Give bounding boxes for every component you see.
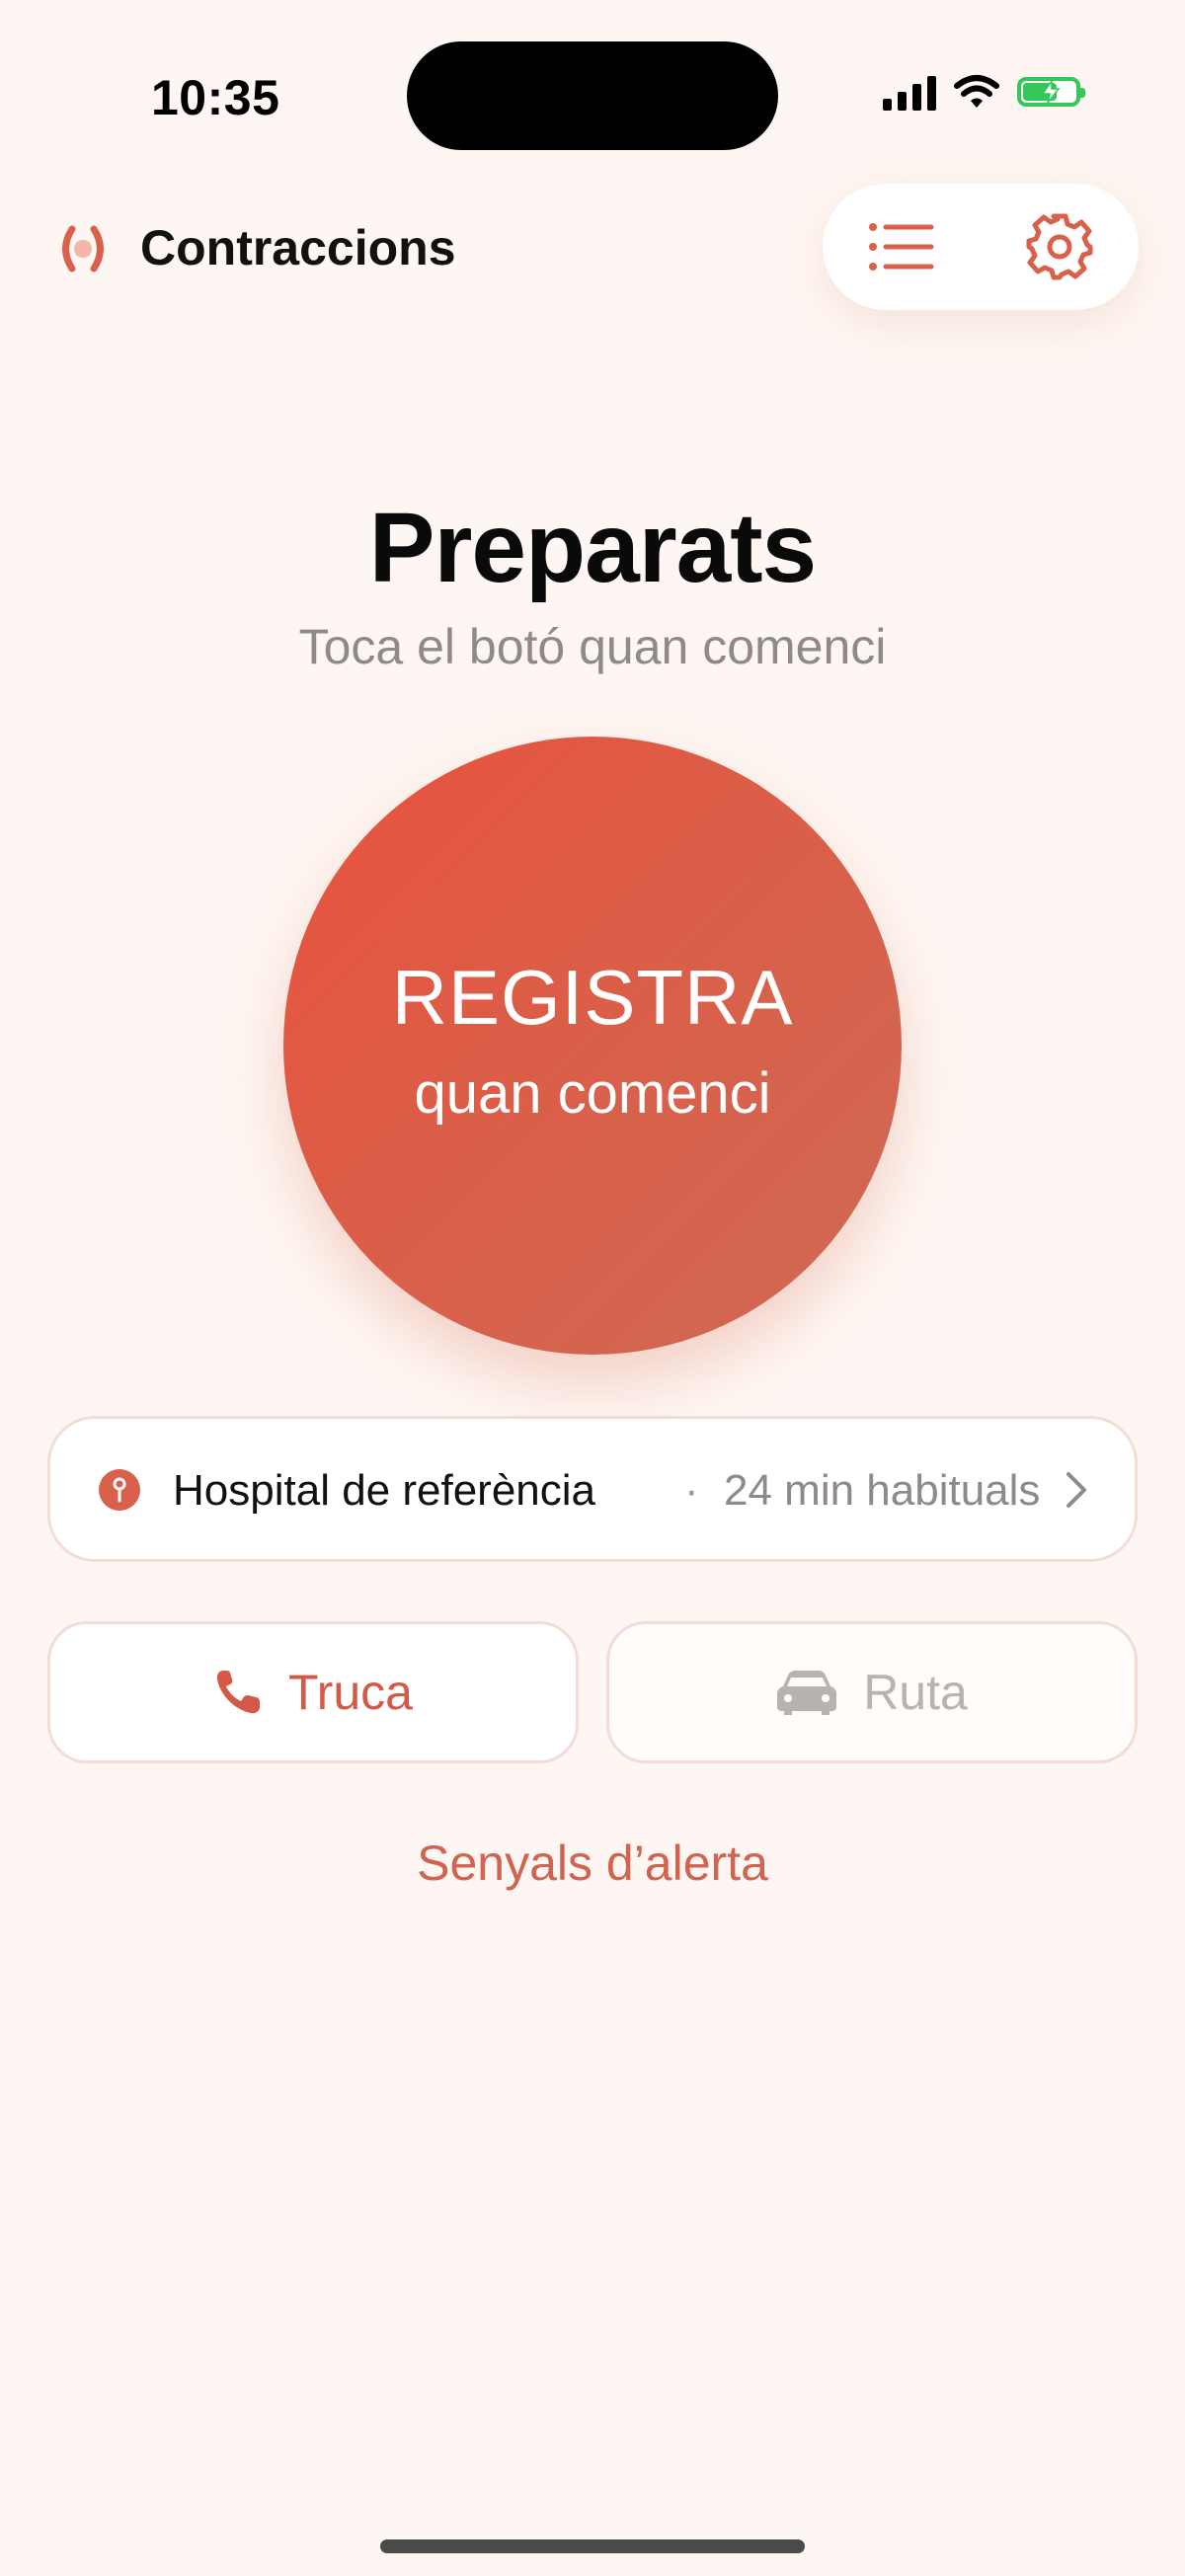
separator-dot: · [684,1466,699,1515]
page-subtitle: Toca el botó quan comenci [298,619,887,674]
gear-icon [1026,213,1093,280]
status-time: 10:35 [151,70,280,125]
app-title: Contraccions [140,220,456,275]
hospital-travel-time: 24 min habituals [724,1466,1041,1515]
dynamic-island [407,41,778,150]
phone-icon [216,1671,261,1714]
register-button-label: REGISTRA [391,954,794,1041]
route-button[interactable]: Ruta [606,1621,1138,1763]
register-button-sublabel: quan comenci [414,1061,771,1126]
register-contraction-button[interactable]: REGISTRA quan comenci [283,737,902,1355]
hospital-name: Hospital de referència [173,1466,596,1515]
call-button-label: Truca [288,1665,413,1720]
header-actions [823,184,1139,310]
history-list-button[interactable] [823,184,981,310]
call-button[interactable]: Truca [47,1621,579,1763]
status-icons [883,73,1085,111]
wifi-icon [954,75,999,108]
page-title: Preparats [368,493,817,603]
list-icon [869,223,934,271]
car-icon [777,1671,837,1715]
cellular-signal-icon [883,73,936,111]
hospital-card[interactable]: Hospital de referència · 24 min habitual… [47,1416,1138,1562]
location-pin-icon [99,1469,140,1511]
settings-button[interactable] [981,184,1139,310]
home-indicator[interactable] [380,2539,805,2553]
warning-signs-link[interactable]: Senyals d’alerta [0,1834,1185,1892]
chevron-right-icon [1066,1472,1086,1508]
route-button-label: Ruta [863,1665,968,1720]
contraction-wave-icon [62,225,104,273]
battery-icon [1017,77,1085,107]
